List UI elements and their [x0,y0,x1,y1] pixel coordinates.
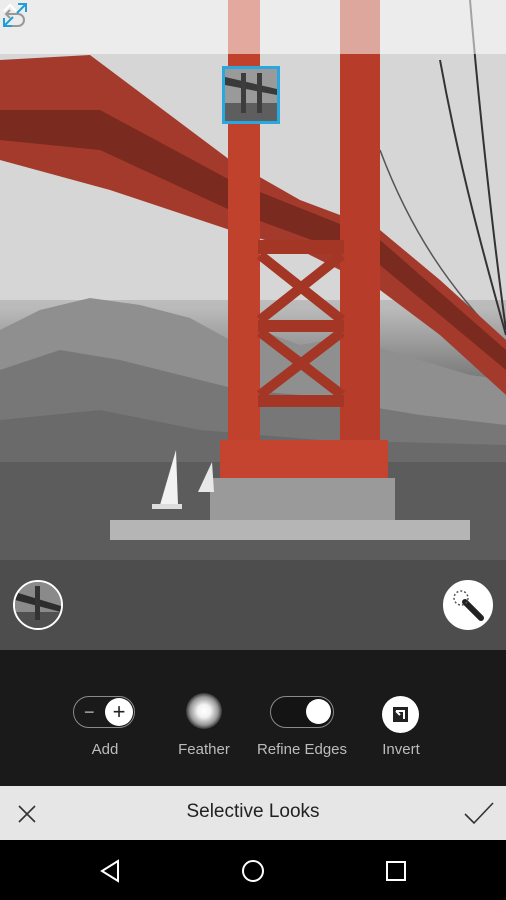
reference-thumbnail[interactable] [222,66,280,124]
photo-canvas[interactable] [0,0,506,688]
system-navigation-bar [0,840,506,900]
plus-icon[interactable]: + [105,698,133,726]
checkmark-icon[interactable] [462,799,496,827]
minus-icon[interactable]: − [84,702,95,722]
invert-button[interactable] [382,696,419,733]
feather-label: Feather [178,741,230,758]
refine-edges-switch[interactable] [270,696,334,728]
add-tool[interactable]: − + Add [70,688,140,786]
look-preview-button[interactable] [13,580,63,630]
selection-tools-panel: − + Add Feather Refine Edges Invert [0,688,506,786]
home-icon[interactable] [240,858,266,884]
feather-tool[interactable]: Feather [168,688,240,786]
bottom-title-bar: Selective Looks [0,786,506,840]
page-title: Selective Looks [186,801,320,822]
invert-label: Invert [382,741,420,758]
top-toolbar [0,0,506,54]
invert-icon [393,707,408,722]
invert-tool[interactable]: Invert [368,688,434,786]
back-icon[interactable] [98,858,124,884]
add-subtract-toggle[interactable]: − + [73,696,135,728]
add-label: Add [91,741,119,758]
refine-edges-label: Refine Edges [256,741,348,758]
feather-icon [186,693,222,729]
chevron-up-icon[interactable] [0,0,20,16]
recents-icon[interactable] [383,858,409,884]
magic-brush-icon [453,590,484,621]
magic-brush-button[interactable] [443,580,493,630]
switch-knob [306,699,331,724]
refine-edges-tool[interactable]: Refine Edges [252,688,352,786]
